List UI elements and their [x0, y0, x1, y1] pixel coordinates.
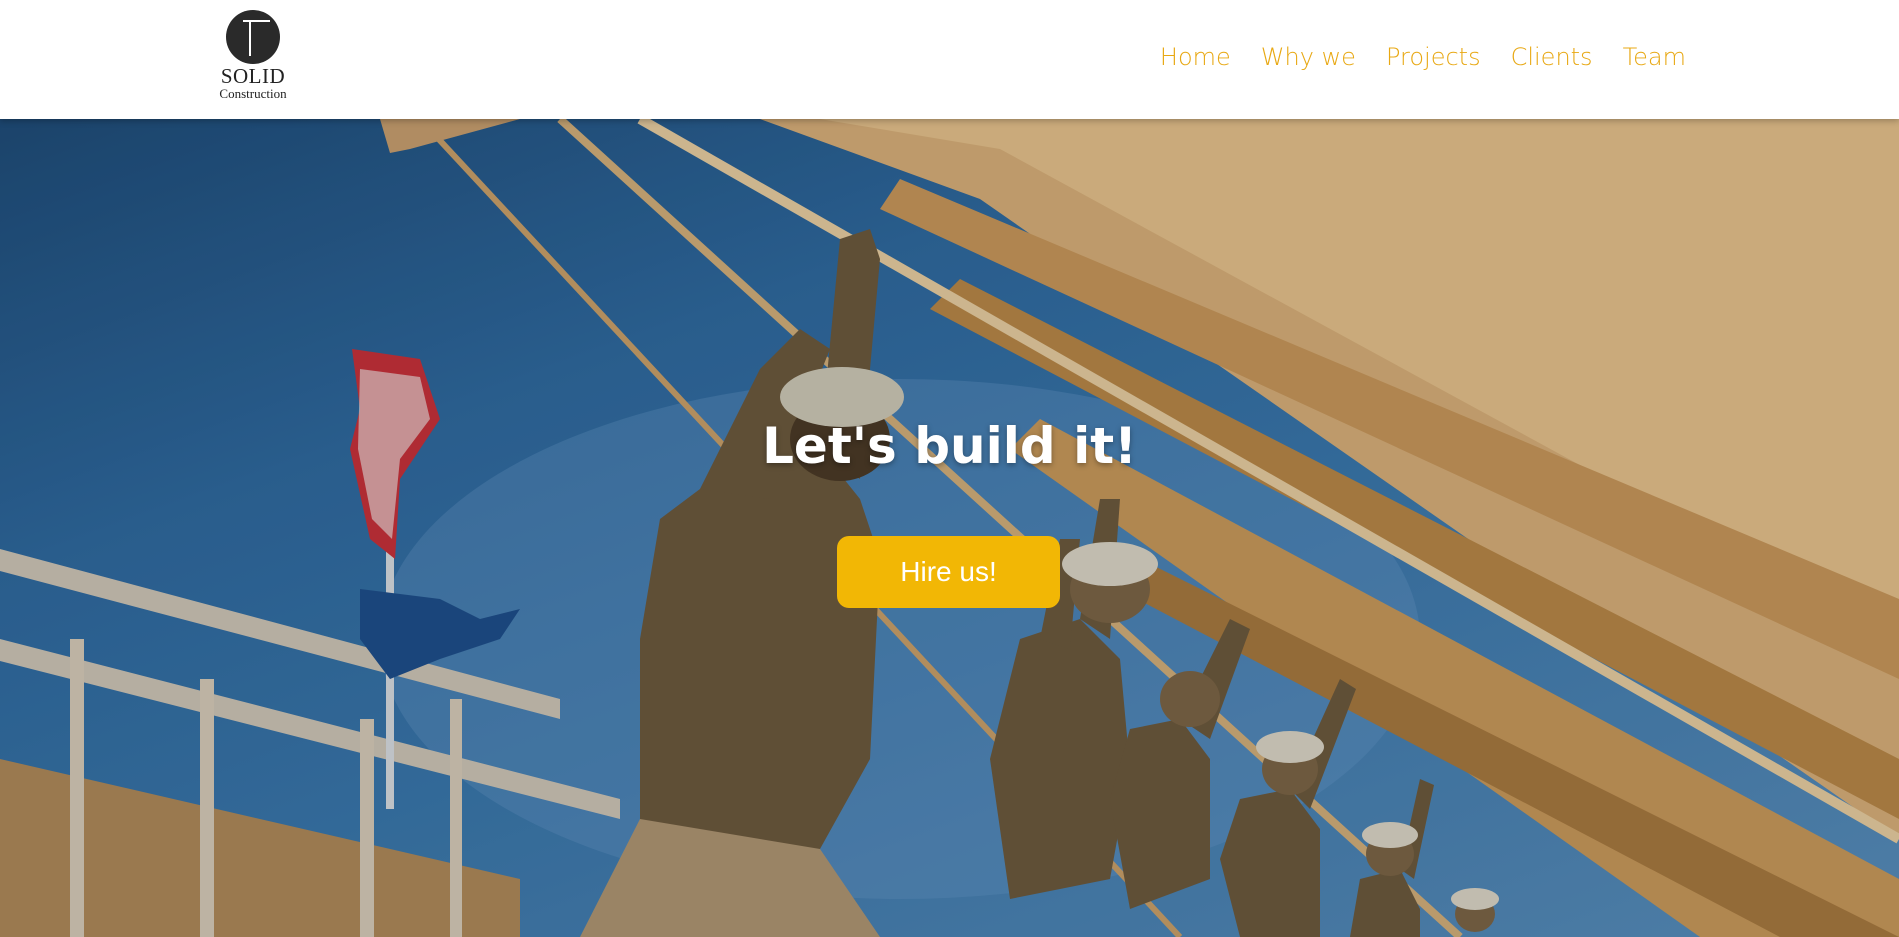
hero-dim-overlay [0, 119, 1899, 937]
hero-title: Let's build it! [762, 417, 1137, 475]
hire-us-button[interactable]: Hire us! [837, 536, 1060, 608]
nav-item-projects[interactable]: Projects [1386, 43, 1481, 71]
site-header: SOLID Construction Home Why we Projects … [0, 0, 1899, 119]
nav-item-team[interactable]: Team [1623, 43, 1686, 71]
brand-subtitle: Construction [219, 86, 287, 101]
main-nav: Home Why we Projects Clients Team [1160, 40, 1686, 74]
nav-item-clients[interactable]: Clients [1511, 43, 1593, 71]
hero-section: Let's build it! Hire us! [0, 119, 1899, 937]
brand-name: SOLID [220, 64, 286, 88]
brand-logo[interactable]: SOLID Construction [210, 10, 296, 104]
nav-item-why-we[interactable]: Why we [1261, 43, 1356, 71]
nav-item-home[interactable]: Home [1160, 43, 1231, 71]
logo-mark-icon [226, 10, 280, 64]
